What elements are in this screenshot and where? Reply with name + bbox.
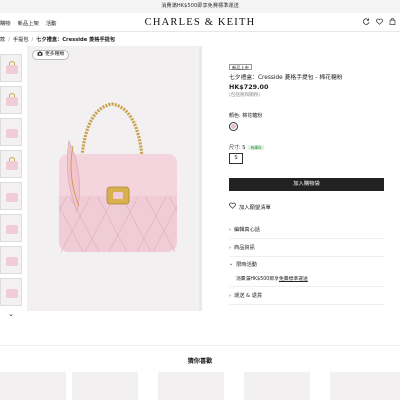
offer-text-prefix: 消費滿HK$500即享 xyxy=(236,277,279,282)
accordion-editor-notes[interactable]: › 編輯真心話 xyxy=(229,221,384,239)
section-divider xyxy=(0,345,400,346)
heart-icon xyxy=(229,202,236,211)
bag-icon[interactable] xyxy=(389,18,396,27)
thumbnail[interactable] xyxy=(0,54,22,82)
camera-icon xyxy=(37,51,43,60)
accordion-product-info[interactable]: › 商品資訊 xyxy=(229,239,384,257)
new-badge: 新品上市 xyxy=(229,64,252,70)
recommendation-card[interactable] xyxy=(158,372,224,400)
more-options-button[interactable]: 更多種類 xyxy=(32,50,70,60)
thumbnail[interactable] xyxy=(0,278,22,306)
product-price: HK$729.00 xyxy=(229,83,269,91)
swatch-color xyxy=(231,124,236,129)
breadcrumb-item[interactable]: 手提包 xyxy=(13,36,29,43)
color-label: 顏色: 棉花糖粉 xyxy=(229,113,263,119)
product-bag-illustration xyxy=(58,102,178,253)
breadcrumb-item[interactable]: 款 xyxy=(0,36,5,43)
chevron-right-icon: › xyxy=(229,244,231,251)
recommendation-card[interactable] xyxy=(244,372,310,400)
accordion-shipping-returns[interactable]: › 運送 & 退貨 xyxy=(229,287,384,305)
chevron-down-icon: ⌄ xyxy=(229,261,234,267)
thumbnail[interactable] xyxy=(0,150,22,178)
wishlist-label: 加入願望清單 xyxy=(239,204,271,211)
recommendations-title: 猜你喜歡 xyxy=(187,358,213,365)
main-product-image[interactable]: 更多種類 xyxy=(27,46,199,311)
product-title: 七夕禮盒：Cresside 菱格手提包 - 棉花糖粉 xyxy=(229,75,343,81)
recommendation-card[interactable] xyxy=(330,372,400,400)
thumbnail[interactable] xyxy=(0,86,22,114)
thumbnail[interactable] xyxy=(0,118,22,146)
heart-icon[interactable] xyxy=(376,18,383,27)
product-info: 新品上市 七夕禮盒：Cresside 菱格手提包 - 棉花糖粉 HK$729.0… xyxy=(229,64,384,305)
chevron-down-icon[interactable]: ⌄ xyxy=(0,310,22,318)
color-swatch[interactable] xyxy=(229,122,238,131)
breadcrumb-separator: / xyxy=(8,36,10,43)
accordion-limited-offer[interactable]: ⌄ 限時活動 消費滿HK$500即享免費標準運送 xyxy=(229,257,384,287)
recommendation-card[interactable] xyxy=(72,372,138,400)
add-to-cart-button[interactable]: 加入購物袋 xyxy=(229,178,384,191)
wishlist-button[interactable]: 加入願望清單 xyxy=(229,202,381,211)
offer-text: 消費滿HK$500即享免費標準運送 xyxy=(229,275,308,282)
product-accordion: › 編輯真心話 › 商品資訊 ⌄ 限時活動 消費滿HK$500即享免費標準運送 … xyxy=(229,221,384,305)
size-label: 尺寸: S xyxy=(229,145,246,151)
site-header: 購物 新品上架 活動 CHARLES & KEITH xyxy=(0,13,400,32)
refresh-icon[interactable] xyxy=(363,18,370,27)
size-option[interactable]: S xyxy=(229,153,243,164)
promo-text: 消費滿HK$500即享免費標準運送 xyxy=(161,3,239,9)
recommendations-row xyxy=(0,372,400,400)
promo-bar: 消費滿HK$500即享免費標準運送 xyxy=(0,0,400,13)
offer-link[interactable]: 免費標準運送 xyxy=(279,277,308,282)
accordion-label: 商品資訊 xyxy=(234,245,255,251)
breadcrumb-current: 七夕禮盒：Cresside 菱格手提包 xyxy=(36,37,116,43)
size-row: 尺寸: S 有庫存 xyxy=(229,144,381,151)
recommendation-card[interactable] xyxy=(0,372,66,400)
tax-note: (包括稅和關稅) xyxy=(229,93,261,98)
header-icons xyxy=(363,13,396,32)
chevron-right-icon: › xyxy=(229,226,231,233)
accordion-label: 限時活動 xyxy=(236,262,257,268)
brand-logo[interactable]: CHARLES & KEITH xyxy=(0,13,400,32)
next-image-preview[interactable] xyxy=(199,46,202,311)
breadcrumb: 款 / 手提包 / 七夕禮盒：Cresside 菱格手提包 xyxy=(0,35,115,44)
thumbnail[interactable] xyxy=(0,246,22,274)
stock-badge: 有庫存 xyxy=(248,145,264,150)
breadcrumb-separator: / xyxy=(31,36,34,43)
accordion-label: 運送 & 退貨 xyxy=(234,293,263,299)
more-options-label: 更多種類 xyxy=(45,52,65,57)
thumbnail[interactable] xyxy=(0,214,22,242)
thumbnail[interactable] xyxy=(0,182,22,210)
thumbnail-list: ⌄ xyxy=(0,54,22,318)
accordion-label: 編輯真心話 xyxy=(234,227,260,233)
chevron-right-icon: › xyxy=(229,292,231,299)
